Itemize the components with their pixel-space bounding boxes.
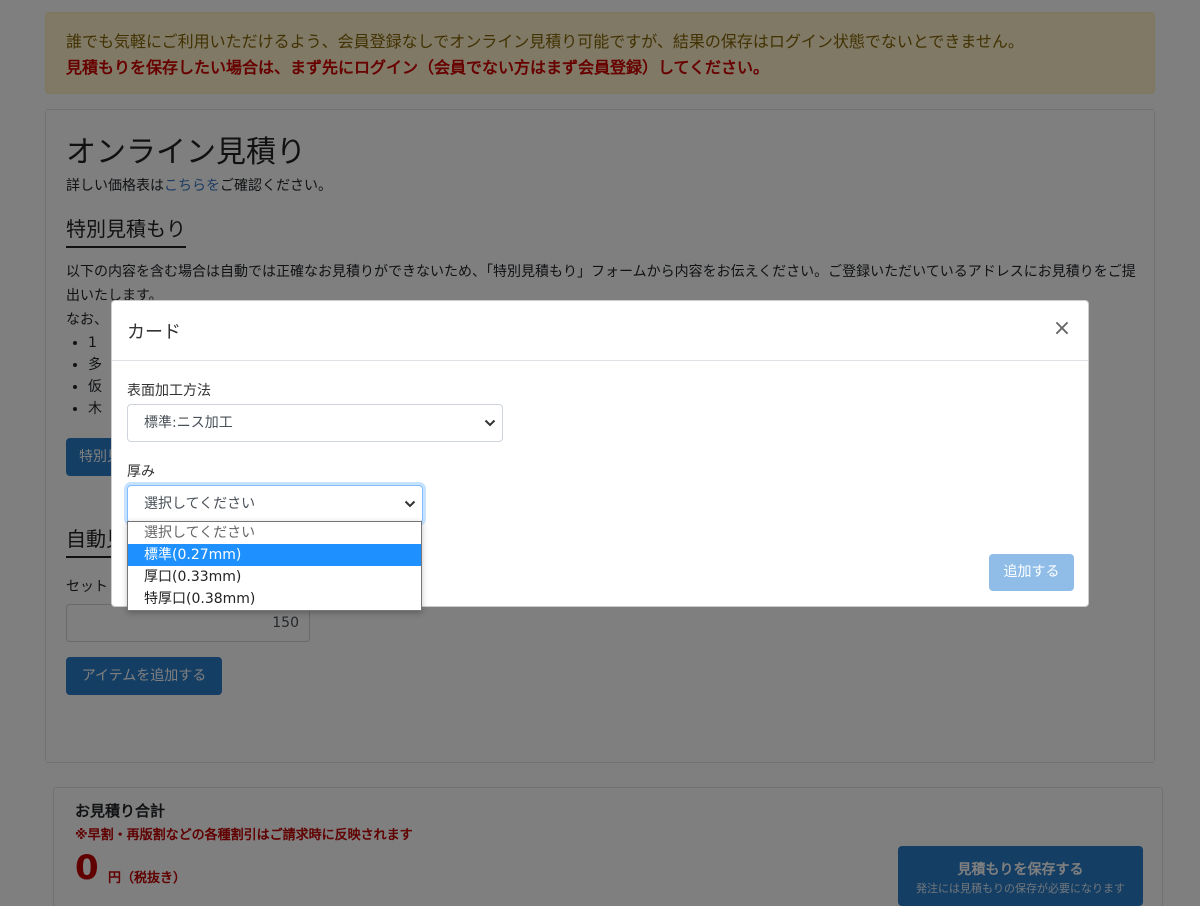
finish-label: 表面加工方法	[127, 383, 211, 399]
modal-title: カード	[127, 322, 181, 343]
close-icon[interactable]: ×	[1050, 315, 1074, 343]
thickness-dropdown-list: 選択してください 標準(0.27mm) 厚口(0.33mm) 特厚口(0.38m…	[127, 521, 422, 611]
thickness-label: 厚み	[127, 464, 155, 480]
chevron-down-icon	[484, 405, 496, 441]
thickness-select[interactable]: 選択してください	[127, 485, 423, 523]
finish-selected-value: 標準:ニス加工	[144, 415, 233, 431]
finish-select[interactable]: 標準:ニス加工	[127, 404, 503, 442]
chevron-down-icon	[404, 486, 416, 522]
thickness-option[interactable]: 選択してください	[128, 522, 421, 544]
thickness-selected-value: 選択してください	[144, 496, 256, 512]
thickness-option[interactable]: 厚口(0.33mm)	[128, 566, 421, 588]
modal-header: カード ×	[112, 301, 1088, 361]
modal-add-button[interactable]: 追加する	[989, 554, 1074, 591]
thickness-option[interactable]: 標準(0.27mm)	[128, 544, 421, 566]
thickness-option[interactable]: 特厚口(0.38mm)	[128, 588, 421, 610]
